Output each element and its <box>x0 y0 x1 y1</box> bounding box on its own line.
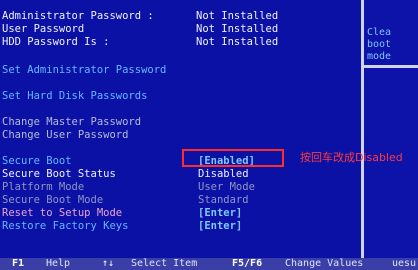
set-hdd-passwords-item[interactable]: Set Hard Disk Passwords <box>2 90 147 103</box>
user-password-label: User Password <box>2 23 85 35</box>
hdd-password-value: Not Installed <box>196 36 279 48</box>
f5f6-desc: Change Values <box>285 258 364 269</box>
arrows-desc: Select Item <box>131 258 198 269</box>
help-panel: Clea boot mode <box>364 22 418 66</box>
platform-mode-value: User Mode <box>198 181 255 193</box>
annotation-text: 按回车改成Disabled <box>300 151 403 164</box>
footer-partial-text: uesu <box>392 258 417 269</box>
bios-screen: Administrator Password : Not Installed U… <box>0 0 418 270</box>
platform-mode-label: Platform Mode <box>2 181 85 193</box>
secure-boot-label: Secure Boot <box>2 155 72 167</box>
up-down-arrows-icon: ↑↓ <box>102 258 115 269</box>
secure-boot-status-label: Secure Boot Status <box>2 168 116 180</box>
main-panel: Administrator Password : Not Installed U… <box>0 0 362 260</box>
help-line-3: mode <box>367 51 392 62</box>
secure-boot-mode-value: Standard <box>198 194 249 206</box>
set-admin-password-item[interactable]: Set Administrator Password <box>2 64 166 77</box>
f5f6-key: F5/F6 <box>232 258 263 269</box>
restore-factory-keys-label: Restore Factory Keys <box>2 220 129 232</box>
reset-setup-mode-value[interactable]: [Enter] <box>198 207 242 220</box>
restore-factory-keys-value[interactable]: [Enter] <box>198 220 242 233</box>
hdd-password-label: HDD Password Is : <box>2 36 110 48</box>
reset-setup-mode-label: Reset to Setup Mode <box>2 207 123 219</box>
key-legend-bar: F1 Help ↑↓ Select Item F5/F6 Change Valu… <box>0 258 418 270</box>
f1-key: F1 <box>12 258 25 269</box>
change-user-password-item: Change User Password <box>2 129 129 141</box>
change-master-password-item: Change Master Password <box>2 116 142 128</box>
f1-desc: Help <box>46 258 71 269</box>
admin-password-label: Administrator Password : <box>2 10 154 22</box>
annotation-highlight-box <box>182 149 284 167</box>
secure-boot-status-value: Disabled <box>198 168 249 180</box>
admin-password-value: Not Installed <box>196 10 279 22</box>
secure-boot-mode-label: Secure Boot Mode <box>2 194 104 206</box>
user-password-value: Not Installed <box>196 23 279 35</box>
